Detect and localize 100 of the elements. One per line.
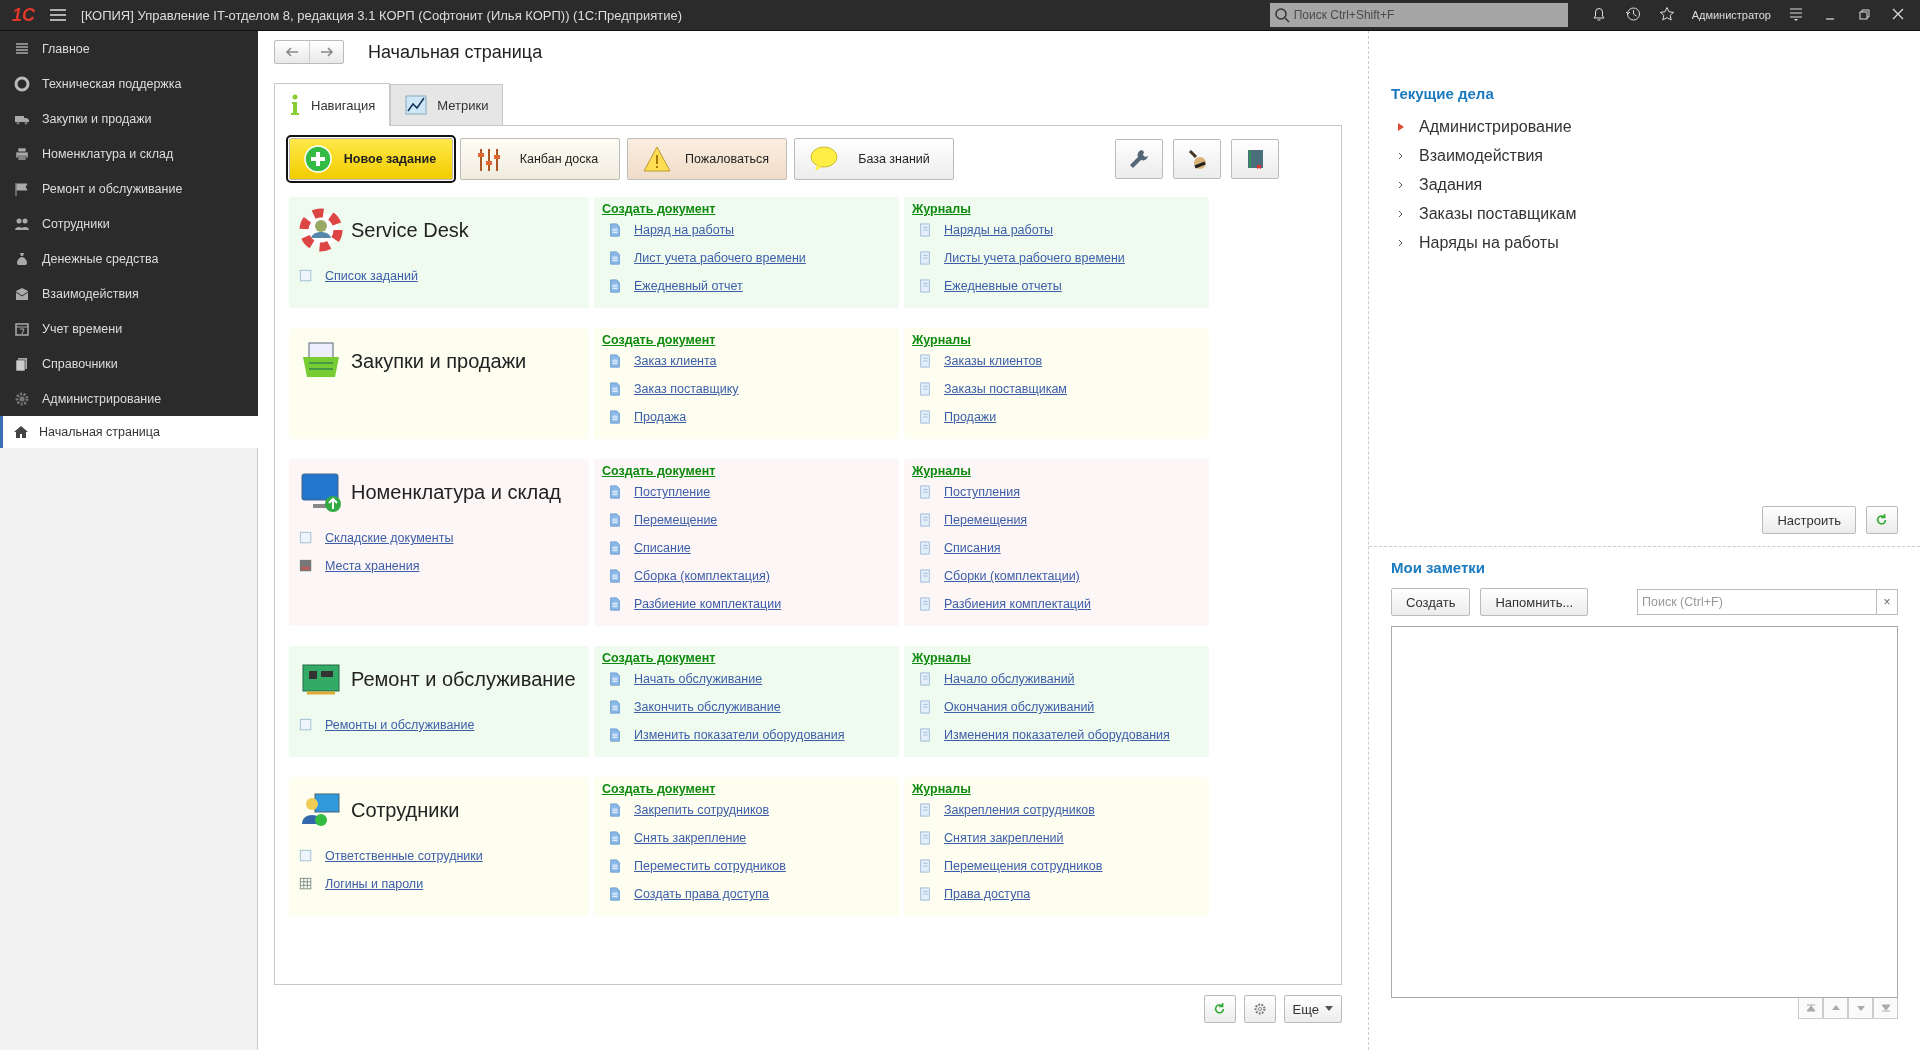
document-link[interactable]: Ежедневный отчет	[634, 279, 743, 293]
sidebar-item[interactable]: Сотрудники	[0, 206, 258, 241]
journal-link[interactable]: Изменения показателей оборудования	[944, 728, 1170, 742]
journal-icon	[918, 223, 932, 237]
sidebar-item[interactable]: Закупки и продажи	[0, 101, 258, 136]
journal-link[interactable]: Продажи	[944, 410, 997, 424]
document-link[interactable]: Перемещение	[634, 513, 718, 527]
journals-link[interactable]: Журналы	[912, 333, 971, 347]
journal-link[interactable]: Наряды на работы	[944, 223, 1054, 237]
sidebar-item[interactable]: Ремонт и обслуживание	[0, 171, 258, 206]
settings-button[interactable]	[1243, 995, 1276, 1023]
journal-link[interactable]: Поступления	[944, 485, 1020, 499]
section-link[interactable]: Места хранения	[325, 559, 420, 573]
action-button[interactable]: Канбан доска	[460, 138, 620, 180]
journal-link[interactable]: Закрепления сотрудников	[944, 803, 1095, 817]
create-document-link[interactable]: Создать документ	[602, 651, 716, 665]
scanner-tool-button[interactable]	[1173, 139, 1221, 179]
refresh-button[interactable]	[1203, 995, 1236, 1023]
document-link[interactable]: Снять закрепление	[634, 831, 747, 845]
document-link[interactable]: Лист учета рабочего времени	[634, 251, 806, 265]
journal-link[interactable]: Права доступа	[944, 887, 1031, 901]
clear-button[interactable]: ×	[1877, 589, 1898, 615]
sidebar-item[interactable]: Начальная страница	[0, 416, 258, 448]
create-document-link[interactable]: Создать документ	[602, 333, 716, 347]
journals-link[interactable]: Журналы	[912, 782, 971, 796]
journal-link[interactable]: Снятия закреплений	[944, 831, 1064, 845]
create-document-link[interactable]: Создать документ	[602, 464, 716, 478]
journal-link[interactable]: Начало обслуживаний	[944, 672, 1075, 686]
task-group[interactable]: Наряды на работы	[1391, 228, 1898, 257]
task-group[interactable]: Взаимодействия	[1391, 141, 1898, 170]
document-link[interactable]: Изменить показатели оборудования	[634, 728, 845, 742]
document-link[interactable]: Создать права доступа	[634, 887, 769, 901]
sidebar-item[interactable]: Администрирование	[0, 381, 258, 416]
document-link[interactable]: Сборка (комплектация)	[634, 569, 770, 583]
section-link[interactable]: Логины и пароли	[325, 877, 424, 891]
scroll-down-button[interactable]	[1848, 998, 1873, 1019]
document-link[interactable]: Заказ клиента	[634, 354, 717, 368]
sidebar-item[interactable]: Справочники	[0, 346, 258, 381]
create-document-link[interactable]: Создать документ	[602, 202, 716, 216]
document-link[interactable]: Закончить обслуживание	[634, 700, 781, 714]
gear-icon	[14, 390, 30, 407]
journal-link[interactable]: Ежедневные отчеты	[944, 279, 1062, 293]
scroll-top-button[interactable]	[1798, 998, 1823, 1019]
document-link[interactable]: Списание	[634, 541, 691, 555]
journal-link[interactable]: Окончания обслуживаний	[944, 700, 1095, 714]
global-search-field[interactable]: Поиск Ctrl+Shift+F	[1269, 3, 1568, 27]
journals-link[interactable]: Журналы	[912, 464, 971, 478]
task-group[interactable]: Задания	[1391, 170, 1898, 199]
document-link[interactable]: Разбиение комплектации	[634, 597, 782, 611]
sidebar-item[interactable]: Денежные средства	[0, 241, 258, 276]
journal-link[interactable]: Заказы поставщикам	[944, 382, 1067, 396]
document-link[interactable]: Переместить сотрудников	[634, 859, 786, 873]
tab[interactable]: Метрики	[390, 84, 504, 125]
document-link[interactable]: Начать обслуживание	[634, 672, 763, 686]
document-link[interactable]: Заказ поставщику	[634, 382, 739, 396]
task-group[interactable]: Заказы поставщикам	[1391, 199, 1898, 228]
action-button[interactable]: Пожаловаться	[627, 138, 787, 180]
document-link[interactable]: Поступление	[634, 485, 711, 499]
journal-link[interactable]: Перемещения	[944, 513, 1028, 527]
section-link[interactable]: Складские документы	[325, 531, 454, 545]
document-icon	[608, 728, 622, 742]
journal-link[interactable]: Сборки (комплектации)	[944, 569, 1080, 583]
journal-link[interactable]: Листы учета рабочего времени	[944, 251, 1125, 265]
journal-icon	[918, 382, 932, 396]
journals-link[interactable]: Журналы	[912, 651, 971, 665]
action-button[interactable]: Новое задание	[289, 138, 453, 180]
document-link[interactable]: Закрепить сотрудников	[634, 803, 770, 817]
scroll-up-button[interactable]	[1823, 998, 1848, 1019]
create-document-link[interactable]: Создать документ	[602, 782, 716, 796]
document-link[interactable]: Наряд на работы	[634, 223, 735, 237]
section-link[interactable]: Список заданий	[325, 269, 418, 283]
sidebar-item[interactable]: Взаимодействия	[0, 276, 258, 311]
journal-link[interactable]: Списания	[944, 541, 1001, 555]
refresh-button[interactable]	[1866, 506, 1898, 534]
configure-button[interactable]: Настроить	[1762, 506, 1856, 534]
sidebar-item[interactable]: Техническая поддержка	[0, 66, 258, 101]
scroll-bottom-button[interactable]	[1873, 998, 1898, 1019]
more-button[interactable]: Еще	[1283, 995, 1342, 1023]
section-link[interactable]: Ремонты и обслуживание	[325, 718, 475, 732]
sidebar-item[interactable]: Номенклатура и склад	[0, 136, 258, 171]
user-name[interactable]: Администратор	[1691, 9, 1771, 21]
document-link[interactable]: Продажа	[634, 410, 687, 424]
notes-button[interactable]: Создать	[1391, 588, 1471, 616]
task-group[interactable]: Администрирование	[1391, 112, 1898, 141]
journal-link[interactable]: Перемещения сотрудников	[944, 859, 1103, 873]
notes-search-field[interactable]: Поиск (Ctrl+F)	[1637, 589, 1877, 615]
journal-link[interactable]: Заказы клиентов	[944, 354, 1043, 368]
tab[interactable]: Навигация	[274, 83, 391, 126]
journal-link[interactable]: Разбиения комплектаций	[944, 597, 1091, 611]
journals-link[interactable]: Журналы	[912, 202, 971, 216]
settings-tool-button[interactable]	[1115, 139, 1163, 179]
book-tool-button[interactable]	[1231, 139, 1279, 179]
sidebar-item[interactable]: Учет времени	[0, 311, 258, 346]
sidebar-item[interactable]: Главное	[0, 31, 258, 66]
journal-icon	[918, 251, 932, 265]
document-icon	[608, 485, 622, 499]
notes-button[interactable]: Напомнить...	[1480, 588, 1589, 616]
section-link[interactable]: Ответственные сотрудники	[325, 849, 483, 863]
menu-lines-icon	[14, 40, 30, 57]
action-button[interactable]: База знаний	[794, 138, 954, 180]
